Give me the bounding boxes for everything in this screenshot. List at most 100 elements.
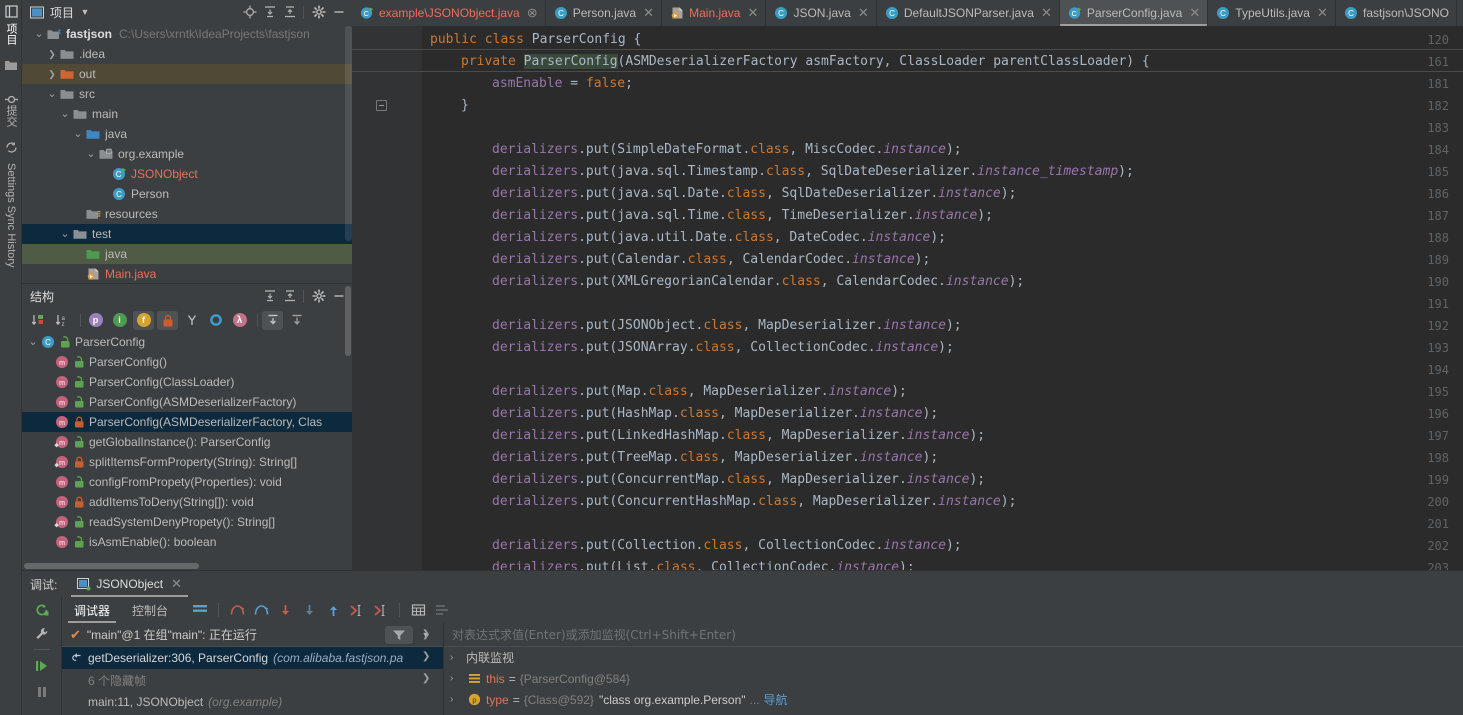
line-number[interactable]: 184 <box>1389 139 1449 161</box>
variable-row[interactable]: › p type = {Class@592} "class org.example.Per… <box>444 689 1463 710</box>
structure-member[interactable]: m isAsmEnable(): boolean <box>22 532 352 552</box>
chevron-right-icon[interactable]: ❯ <box>422 651 434 663</box>
autoscroll-from-source-icon[interactable] <box>286 311 307 330</box>
stack-frame[interactable]: getDeserializer:306, ParserConfig (com.al… <box>62 647 443 669</box>
sort-by-visibility-icon[interactable] <box>28 311 49 330</box>
chevron-right-icon[interactable]: › <box>450 673 466 684</box>
force-step-into-icon[interactable] <box>273 599 297 621</box>
chevron-right-icon[interactable]: ❯ <box>422 673 434 685</box>
line-number[interactable]: 192 <box>1389 315 1449 337</box>
line-number[interactable]: 198 <box>1389 447 1449 469</box>
close-icon[interactable]: ✕ <box>1317 5 1328 21</box>
chevron-down-icon[interactable]: ⌄ <box>45 84 59 104</box>
variable-row[interactable]: › this = {ParserConfig@584} <box>444 668 1463 689</box>
show-interfaces-icon[interactable] <box>205 311 226 330</box>
project-tree-item[interactable]: C JSONObject <box>22 164 352 184</box>
close-icon[interactable]: ✕ <box>171 576 182 592</box>
structure-member[interactable]: m ParserConfig(ClassLoader) <box>22 372 352 392</box>
line-number[interactable]: 120 <box>1389 29 1449 51</box>
navigate-link[interactable]: 导航 <box>764 691 788 708</box>
project-tree-item[interactable]: C Person <box>22 184 352 204</box>
step-out-down-icon[interactable] <box>297 599 321 621</box>
line-number[interactable]: 203 <box>1389 557 1449 571</box>
frame-list[interactable]: getDeserializer:306, ParserConfig (com.al… <box>62 647 443 713</box>
project-tree-item[interactable]: ⌄ test <box>22 224 352 244</box>
gear-icon[interactable] <box>310 287 328 305</box>
step-out-icon[interactable] <box>321 599 345 621</box>
gear-icon[interactable] <box>310 3 328 21</box>
line-number[interactable]: 181 <box>1389 73 1449 95</box>
project-tree-item[interactable]: Main.java <box>22 264 352 283</box>
close-icon[interactable]: ✕ <box>643 5 654 21</box>
line-number[interactable]: 182 <box>1389 95 1449 117</box>
run-to-cursor-icon[interactable] <box>345 599 369 621</box>
editor-tab[interactable]: C JSON.java ✕ <box>766 0 877 26</box>
stack-frame[interactable]: main:11, JSONObject (org.example) <box>62 691 443 713</box>
debug-session-tab[interactable]: JSONObject ✕ <box>71 571 188 597</box>
code-editor[interactable]: 120 public class ParserConfig {161 private… <box>352 26 1463 571</box>
chevron-down-icon[interactable]: ⌄ <box>58 104 72 124</box>
line-number[interactable]: 161 <box>1389 51 1449 73</box>
editor-tab[interactable]: C TypeUtils.java ✕ <box>1208 0 1336 26</box>
chevron-down-icon[interactable]: ⌄ <box>26 332 40 352</box>
project-tree[interactable]: ⌄ fastjson C:\Users\xrntk\IdeaProjects\fas… <box>22 24 352 283</box>
rerun-icon[interactable] <box>31 599 53 621</box>
structure-member[interactable]: ⌄ C ParserConfig <box>22 332 352 352</box>
chevron-down-icon[interactable]: ⌄ <box>58 224 72 244</box>
line-number[interactable]: 185 <box>1389 161 1449 183</box>
line-number[interactable]: 202 <box>1389 535 1449 557</box>
structure-member[interactable]: m getGlobalInstance(): ParserConfig <box>22 432 352 452</box>
editor-tab[interactable]: C Person.java ✕ <box>546 0 663 26</box>
drop-frame-icon[interactable] <box>369 599 393 621</box>
line-number[interactable]: 186 <box>1389 183 1449 205</box>
autoscroll-to-source-icon[interactable] <box>262 310 283 330</box>
collapse-all-icon[interactable] <box>281 3 299 21</box>
expand-all-icon[interactable] <box>261 287 279 305</box>
structure-member[interactable]: m readSystemDenyPropety(): String[] <box>22 512 352 532</box>
show-inherited-icon[interactable]: i <box>109 311 130 330</box>
structure-member[interactable]: m addItemsToDeny(String[]): void <box>22 492 352 512</box>
close-icon[interactable]: ✕ <box>1041 5 1052 21</box>
line-number[interactable]: 199 <box>1389 469 1449 491</box>
project-tree-item[interactable]: ⌄ fastjson C:\Users\xrntk\IdeaProjects\fas… <box>22 24 352 44</box>
filter-icon[interactable] <box>385 626 413 644</box>
step-into-icon[interactable] <box>249 599 273 621</box>
line-number[interactable]: 193 <box>1389 337 1449 359</box>
structure-member[interactable]: m configFromPropety(Properties): void <box>22 472 352 492</box>
sort-alphabetically-icon[interactable]: az <box>52 311 73 330</box>
locate-icon[interactable] <box>241 3 259 21</box>
editor-tab[interactable]: Main.java ✕ <box>662 0 767 26</box>
line-number[interactable]: 195 <box>1389 381 1449 403</box>
tab-console[interactable]: 控制台 <box>130 597 170 623</box>
project-tree-item[interactable]: ⌄ org.example <box>22 144 352 164</box>
chevron-down-icon[interactable]: ⌄ <box>71 124 85 144</box>
structure-h-scrollbar[interactable] <box>24 563 199 569</box>
line-number[interactable]: 191 <box>1389 293 1449 315</box>
chevron-right-icon[interactable]: › <box>450 694 466 705</box>
editor-tab[interactable]: Cexample\JSONObject.java ⊗ <box>352 0 546 26</box>
close-icon[interactable]: ⊗ <box>527 5 538 21</box>
project-tree-scrollbar[interactable] <box>345 26 352 241</box>
editor-tab[interactable]: C DefaultJSONParser.java ✕ <box>877 0 1060 26</box>
line-number[interactable]: 200 <box>1389 491 1449 513</box>
close-icon[interactable]: ✕ <box>747 5 759 21</box>
settings-wrench-icon[interactable] <box>31 623 53 645</box>
chevron-down-icon[interactable]: ⌄ <box>84 144 98 164</box>
structure-member[interactable]: m ParserConfig(ASMDeserializerFactory) <box>22 392 352 412</box>
expand-all-icon[interactable] <box>261 3 279 21</box>
editor-tab-bar[interactable]: Cexample\JSONObject.java ⊗ C Person.java ✕ Ma… <box>352 0 1463 26</box>
chevron-right-icon[interactable]: ❯ <box>422 629 434 641</box>
show-anonymous-icon[interactable] <box>181 311 202 330</box>
line-number[interactable]: 188 <box>1389 227 1449 249</box>
resume-icon[interactable] <box>31 655 53 677</box>
step-over-icon[interactable] <box>225 599 249 621</box>
line-number[interactable]: 187 <box>1389 205 1449 227</box>
editor-tab[interactable]: C ParserConfig.java ✕ <box>1059 0 1209 26</box>
line-number[interactable]: 189 <box>1389 249 1449 271</box>
stack-frame[interactable]: 6 个隐藏帧 <box>62 669 443 691</box>
project-tree-item[interactable]: ❯ out <box>22 64 352 84</box>
project-tree-item[interactable]: ⌄ src <box>22 84 352 104</box>
sidebar-item-settings-sync-history[interactable]: Settings Sync History <box>0 155 22 275</box>
line-number[interactable]: 201 <box>1389 513 1449 535</box>
close-icon[interactable]: ✕ <box>1189 5 1200 21</box>
